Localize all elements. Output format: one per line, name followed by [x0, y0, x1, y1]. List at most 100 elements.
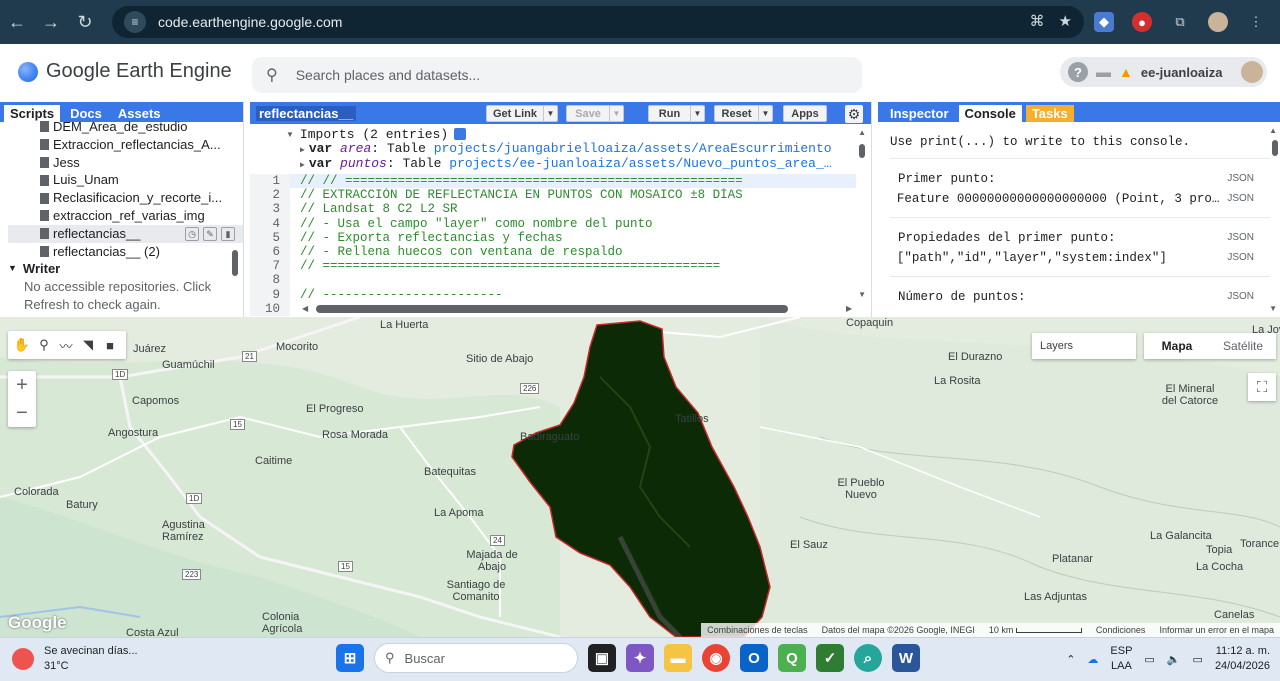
- console-entry-value[interactable]: ▶["path","id","layer","system:index"]: [898, 248, 1270, 268]
- translate-icon[interactable]: ⌘: [1030, 12, 1045, 30]
- rename-icon[interactable]: ✎: [203, 226, 217, 241]
- code-line[interactable]: 3 // Landsat 8 C2 L2 SR: [250, 202, 856, 217]
- chevron-down-icon[interactable]: ▼: [543, 106, 557, 121]
- tab-console[interactable]: Console: [958, 105, 1022, 122]
- excel-like-icon[interactable]: ✓: [816, 644, 844, 672]
- map-view[interactable]: ✋ ⚲ 〰 ◥ ■ + − Layers Mapa Satélite ⛶ La …: [0, 317, 1280, 637]
- tab-scripts[interactable]: Scripts: [4, 105, 61, 122]
- run-button[interactable]: Run ▼: [648, 105, 705, 122]
- site-info-icon[interactable]: ≡: [124, 11, 146, 33]
- script-item[interactable]: DEM_Area_de_estudio: [8, 118, 243, 136]
- map-type-map[interactable]: Mapa: [1144, 339, 1210, 353]
- import-row[interactable]: ▶ var puntos: Table projects/ee-juanloaiz…: [300, 156, 860, 171]
- editor-horizontal-scrollbar[interactable]: [316, 305, 788, 313]
- zoom-in-button[interactable]: +: [8, 371, 36, 399]
- show-code-icon[interactable]: [454, 128, 467, 140]
- scroll-down-icon[interactable]: ▼: [858, 290, 866, 299]
- clock[interactable]: 11:12 a. m. 24/04/2026: [1215, 644, 1270, 674]
- tab-inspector[interactable]: Inspector: [884, 105, 955, 122]
- chrome-icon[interactable]: ◉: [702, 644, 730, 672]
- json-tag[interactable]: JSON: [1227, 252, 1254, 263]
- import-row[interactable]: ▶ var area: Table projects/juangabrielloa…: [300, 141, 860, 156]
- fullscreen-icon[interactable]: ⛶: [1248, 373, 1276, 401]
- chevron-down-icon[interactable]: ▼: [690, 106, 704, 121]
- code-line[interactable]: 5 // - Exporta reflectancias y fechas: [250, 230, 856, 245]
- marker-icon[interactable]: ⚲: [36, 337, 52, 353]
- extensions-puzzle-icon[interactable]: ⧉: [1170, 12, 1190, 32]
- network-icon[interactable]: ▭: [1144, 653, 1154, 666]
- repo-group-writer[interactable]: ▼ Writer: [8, 260, 243, 278]
- scroll-up-icon[interactable]: ▲: [1269, 126, 1277, 135]
- scroll-down-icon[interactable]: ▼: [1269, 304, 1277, 313]
- code-line[interactable]: 7 // ====================================…: [250, 259, 856, 274]
- import-path[interactable]: projects/ee-juanloaiza/assets/Nuevo_punt…: [449, 156, 831, 171]
- console-scrollbar[interactable]: [1272, 140, 1278, 156]
- json-tag[interactable]: JSON: [1227, 193, 1254, 204]
- get-link-button[interactable]: Get Link ▼: [486, 105, 558, 122]
- feedback-icon[interactable]: ▬: [1096, 64, 1111, 81]
- map-type-satellite[interactable]: Satélite: [1210, 339, 1276, 353]
- rectangle-icon[interactable]: ■: [102, 337, 118, 353]
- task-view-icon[interactable]: ▣: [588, 644, 616, 672]
- save-button[interactable]: Save ▼: [566, 105, 624, 122]
- history-icon[interactable]: ◷: [185, 226, 199, 241]
- volume-icon[interactable]: 🔈: [1167, 653, 1181, 666]
- tab-tasks[interactable]: Tasks: [1025, 105, 1074, 122]
- search-input[interactable]: ⚲ Search places and datasets...: [252, 57, 862, 93]
- script-item[interactable]: Jess: [8, 154, 243, 172]
- language-indicator[interactable]: ESP LAA: [1110, 644, 1132, 674]
- line-icon[interactable]: 〰: [58, 337, 74, 354]
- qgis-icon[interactable]: Q: [778, 644, 806, 672]
- gear-icon[interactable]: ⚙: [845, 105, 863, 123]
- battery-icon[interactable]: ▭: [1193, 653, 1203, 666]
- keyboard-shortcuts-link[interactable]: Combinaciones de teclas: [707, 625, 808, 635]
- help-icon[interactable]: ?: [1068, 62, 1088, 82]
- terms-link[interactable]: Condiciones: [1096, 625, 1146, 635]
- zoom-out-button[interactable]: −: [8, 399, 36, 427]
- imports-header[interactable]: ▼ Imports (2 entries): [250, 124, 871, 142]
- bookmark-star-icon[interactable]: ★: [1059, 12, 1072, 30]
- word-icon[interactable]: W: [892, 644, 920, 672]
- code-line[interactable]: 6 // - Rellena huecos con ventana de resp…: [250, 244, 856, 260]
- address-bar[interactable]: ≡ code.earthengine.google.com ⌘ ★: [112, 6, 1084, 38]
- console-entry-value[interactable]: ▶Feature 00000000000000000000 (Point, 3 …: [898, 189, 1270, 209]
- outlook-icon[interactable]: O: [740, 644, 768, 672]
- script-item-selected[interactable]: reflectancias__ ◷ ✎ ▮: [8, 224, 243, 243]
- json-tag[interactable]: JSON: [1227, 291, 1254, 302]
- user-project-name[interactable]: ee-juanloaiza: [1141, 65, 1223, 80]
- scroll-left-icon[interactable]: ◀: [302, 304, 308, 313]
- json-tag[interactable]: JSON: [1227, 173, 1254, 184]
- weather-widget[interactable]: Se avecinan días... 31°C: [12, 644, 138, 674]
- report-error-link[interactable]: Informar un error en el mapa: [1159, 625, 1274, 635]
- code-line[interactable]: 8: [250, 273, 856, 288]
- profile-avatar-icon[interactable]: [1208, 12, 1228, 32]
- extension-red-icon[interactable]: ●: [1132, 12, 1152, 32]
- file-explorer-icon[interactable]: ▬: [664, 644, 692, 672]
- taskbar-search[interactable]: ⚲ Buscar: [374, 643, 578, 673]
- import-path[interactable]: projects/juangabrielloaiza/assets/AreaEs…: [434, 141, 832, 156]
- code-line[interactable]: 9 // ------------------------: [250, 287, 856, 302]
- polygon-icon[interactable]: ◥: [80, 337, 96, 353]
- layers-control[interactable]: Layers: [1032, 333, 1136, 359]
- json-tag[interactable]: JSON: [1227, 232, 1254, 243]
- script-item[interactable]: reflectancias__ (2): [8, 243, 243, 261]
- chevron-up-icon[interactable]: ⌃: [1066, 653, 1075, 666]
- editor-vertical-scrollbar[interactable]: [859, 144, 865, 158]
- browser-menu-icon[interactable]: ⋮: [1246, 12, 1266, 32]
- left-scrollbar[interactable]: [232, 250, 238, 276]
- script-item[interactable]: Extraccion_reflectancias_A...: [8, 136, 243, 154]
- avatar[interactable]: [1241, 61, 1263, 83]
- scroll-up-icon[interactable]: ▲: [858, 128, 866, 137]
- extension-shield-icon[interactable]: ◆: [1094, 12, 1114, 32]
- back-icon[interactable]: ←: [0, 5, 34, 39]
- forward-icon[interactable]: →: [34, 5, 68, 39]
- delete-icon[interactable]: ▮: [221, 226, 235, 241]
- script-item[interactable]: extraccion_ref_varias_img: [8, 207, 243, 225]
- chevron-down-icon[interactable]: ▼: [609, 106, 623, 121]
- apps-button[interactable]: Apps: [783, 105, 827, 122]
- code-line[interactable]: 1 // // =================================…: [250, 174, 856, 189]
- code-line[interactable]: 4 // - Usa el campo "layer" como nombre d…: [250, 216, 856, 231]
- windows-start-icon[interactable]: ⊞: [336, 644, 364, 672]
- reload-icon[interactable]: ↻: [68, 5, 102, 39]
- code-line[interactable]: 2 // EXTRACCIÓN DE REFLECTANCIA EN PUNTOS…: [250, 188, 856, 203]
